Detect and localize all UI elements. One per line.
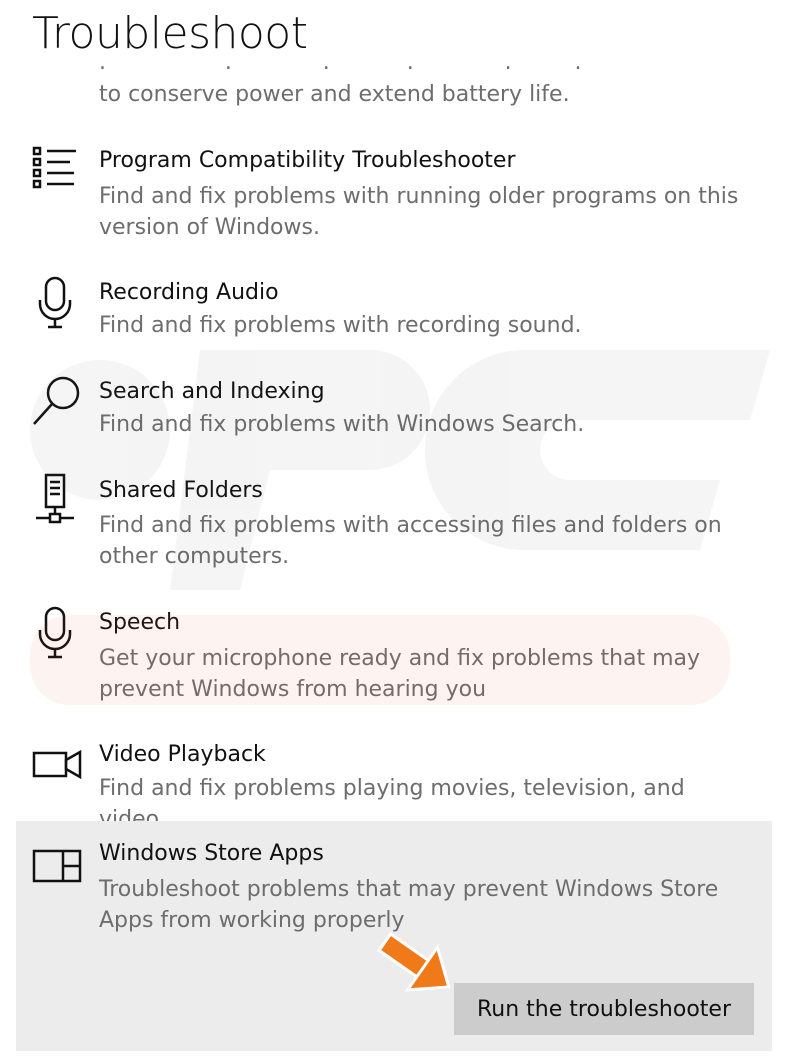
item-name: Video Playback [99, 742, 266, 767]
search-icon [30, 373, 84, 427]
troubleshooter-item-speech[interactable]: Speech Get your microphone ready and fix… [0, 602, 790, 712]
previous-item-description: to conserve power and extend battery lif… [99, 82, 570, 107]
item-name: Program Compatibility Troubleshooter [99, 148, 516, 173]
video-camera-icon [30, 738, 84, 792]
item-description: Get your microphone ready and fix proble… [99, 646, 701, 702]
page-title: Troubleshoot [32, 8, 308, 59]
store-apps-icon [30, 839, 84, 893]
troubleshooter-item-program-compatibility[interactable]: Program Compatibility Troubleshooter Fin… [0, 140, 790, 250]
item-name: Speech [99, 610, 181, 635]
list-icon [30, 144, 84, 198]
run-troubleshooter-button[interactable]: Run the troubleshooter [454, 983, 754, 1035]
item-name: Windows Store Apps [99, 841, 324, 866]
item-name: Recording Audio [99, 280, 279, 305]
microphone-icon [30, 606, 84, 660]
item-description: Troubleshoot problems that may prevent W… [99, 877, 719, 933]
item-name: Shared Folders [99, 478, 263, 503]
microphone-icon [30, 276, 84, 330]
troubleshooter-item-shared-folders[interactable]: Shared Folders Find and fix problems wit… [0, 470, 790, 580]
item-description: Find and fix problems with accessing fil… [99, 513, 722, 569]
troubleshooter-item-recording-audio[interactable]: Recording Audio Find and fix problems wi… [0, 272, 790, 347]
item-name: Search and Indexing [99, 379, 325, 404]
troubleshooter-item-video-playback[interactable]: Video Playback Find and fix problems pla… [0, 734, 790, 832]
item-description: Find and fix problems with Windows Searc… [99, 412, 585, 437]
network-drive-icon [30, 472, 84, 526]
troubleshooter-item-search-indexing[interactable]: Search and Indexing Find and fix problem… [0, 371, 790, 446]
troubleshooter-item-windows-store-apps[interactable]: Windows Store Apps Troubleshoot problems… [0, 833, 790, 943]
troubleshoot-page: Troubleshoot . . . . . . to conserve pow… [0, 0, 790, 1062]
item-description: Find and fix problems with recording sou… [99, 313, 582, 338]
item-description: Find and fix problems with running older… [99, 184, 739, 240]
clipped-text-fragment: . . . . . . [99, 64, 739, 76]
